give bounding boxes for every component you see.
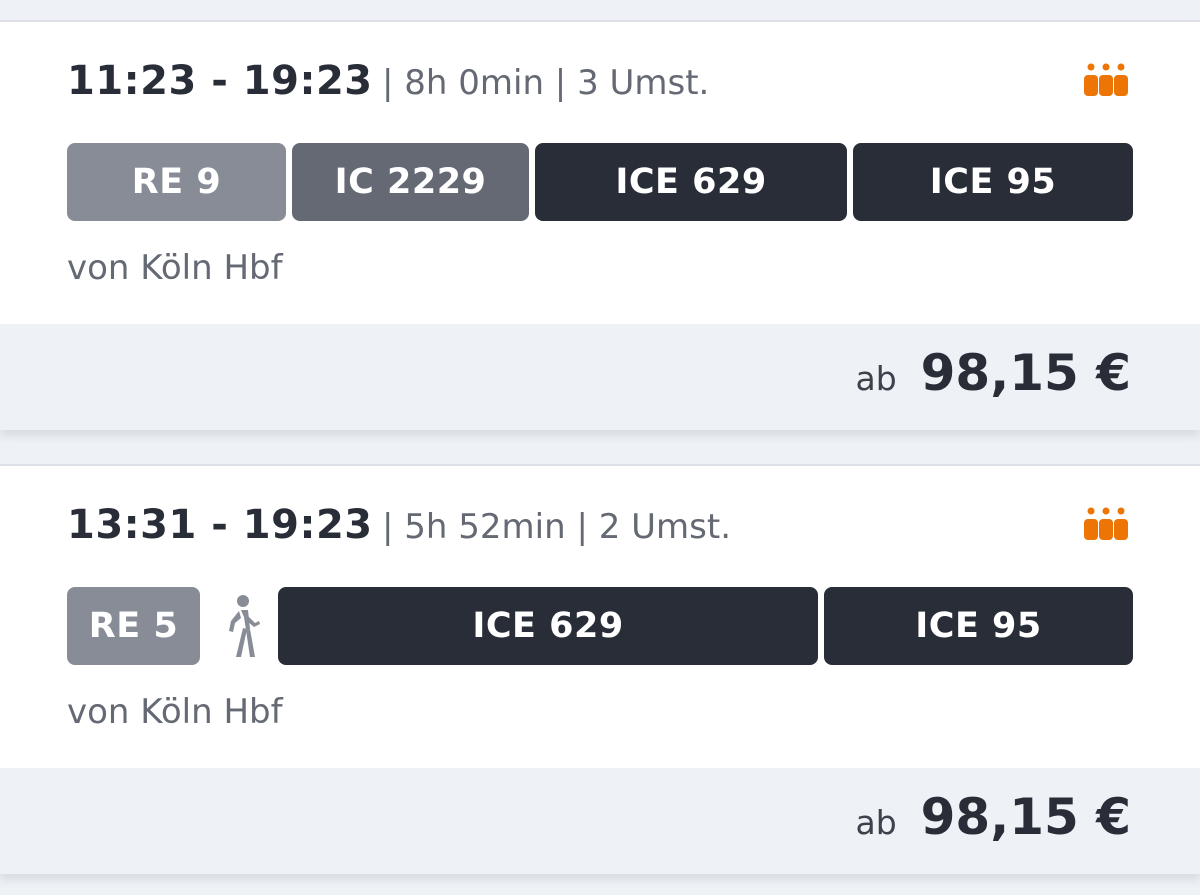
price: ab 98,15 € (855, 344, 1131, 402)
train-segment-ice[interactable]: ICE 629 (535, 143, 847, 221)
train-segment-ice[interactable]: ICE 95 (824, 587, 1133, 665)
connection-summary[interactable]: 11:23 - 19:23 | 8h 0min | 3 Umst. RE 9 I… (0, 22, 1200, 324)
train-segments[interactable]: RE 5 ICE 629 ICE 95 (67, 587, 1133, 665)
train-segment-ic[interactable]: IC 2229 (292, 143, 529, 221)
connection-card[interactable]: 13:31 - 19:23 | 5h 52min | 2 Umst. RE 5 … (0, 464, 1200, 874)
connection-summary[interactable]: 13:31 - 19:23 | 5h 52min | 2 Umst. RE 5 … (0, 466, 1200, 768)
origin-station: von Köln Hbf (67, 692, 283, 732)
price-bar[interactable]: ab 98,15 € (0, 768, 1200, 874)
train-segment-re[interactable]: RE 5 (67, 587, 200, 665)
train-segment-ice[interactable]: ICE 95 (853, 143, 1133, 221)
occupancy-low-icon[interactable] (1083, 63, 1129, 97)
price-amount: 98,15 € (920, 788, 1131, 846)
time-range: 11:23 - 19:23 (67, 58, 373, 104)
price-bar[interactable]: ab 98,15 € (0, 324, 1200, 430)
price: ab 98,15 € (855, 788, 1131, 846)
price-prefix: ab (855, 803, 897, 842)
origin-station: von Köln Hbf (67, 248, 283, 288)
occupancy-low-icon[interactable] (1083, 507, 1129, 541)
connections-screen: { "connections": [ { "time_range": "11:2… (0, 0, 1200, 895)
connection-card[interactable]: 11:23 - 19:23 | 8h 0min | 3 Umst. RE 9 I… (0, 20, 1200, 430)
price-amount: 98,15 € (920, 344, 1131, 402)
trip-details: | 5h 52min | 2 Umst. (382, 507, 731, 547)
price-prefix: ab (855, 359, 897, 398)
trip-details: | 8h 0min | 3 Umst. (382, 63, 710, 103)
walking-person-icon (229, 595, 260, 657)
train-segment-re[interactable]: RE 9 (67, 143, 286, 221)
time-range: 13:31 - 19:23 (67, 502, 373, 548)
train-segment-ice[interactable]: ICE 629 (278, 587, 818, 665)
train-segments[interactable]: RE 9 IC 2229 ICE 629 ICE 95 (67, 143, 1133, 221)
